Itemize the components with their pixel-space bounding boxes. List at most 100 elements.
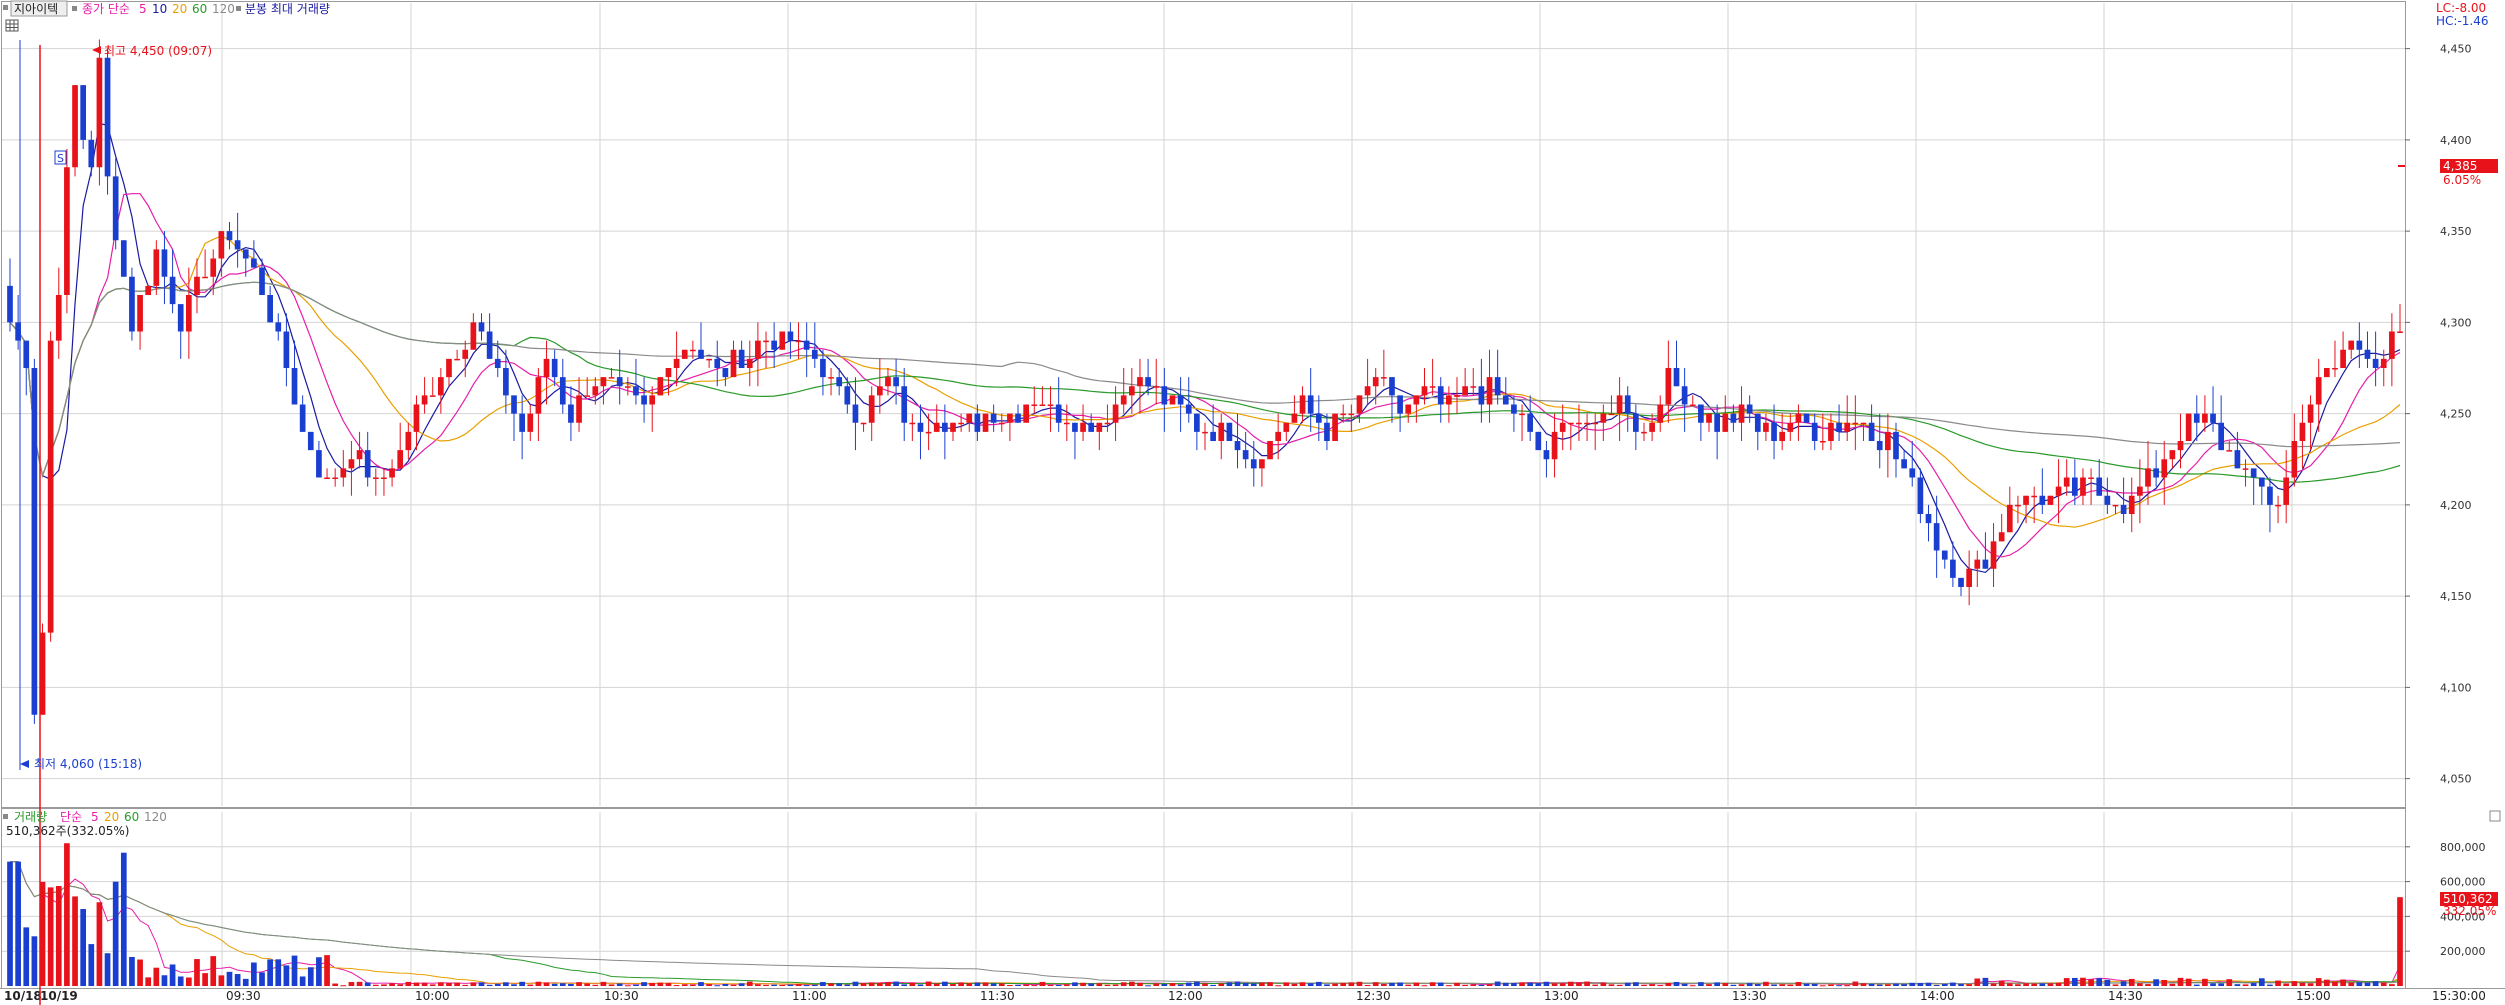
y-tick-label: 4,400: [2440, 134, 2472, 147]
volume-ma60-line: [10, 861, 2401, 985]
candle-body: [998, 422, 1005, 425]
volume-bar: [820, 982, 826, 986]
volume-bar: [2023, 983, 2029, 986]
candle-body: [592, 386, 599, 396]
candle-body: [1722, 413, 1729, 432]
candle-body: [348, 459, 355, 469]
volume-legend-ma20[interactable]: 20: [104, 810, 119, 824]
volume-bar: [1128, 981, 1135, 986]
legend-ma60[interactable]: 60: [192, 2, 207, 16]
volume-bar: [1698, 982, 1704, 986]
volume-bar: [372, 984, 379, 986]
volume-legend-ma60[interactable]: 60: [124, 810, 139, 824]
candle-body: [608, 377, 615, 379]
volume-legend-ma5[interactable]: 5: [91, 810, 99, 824]
volume-bar: [2193, 984, 2200, 986]
volume-bar: [1681, 983, 1688, 986]
volume-bar: [1137, 982, 1143, 986]
volume-bar: [275, 959, 282, 986]
legend-ma120[interactable]: 120: [212, 2, 235, 16]
candle-body: [1429, 386, 1436, 388]
candle-body: [2104, 495, 2111, 505]
y-tick-label: 4,250: [2440, 408, 2472, 421]
volume-bar: [1380, 983, 1387, 986]
collapse-toggle-icon[interactable]: [3, 5, 8, 10]
candle-body: [2137, 486, 2143, 496]
volume-bar: [1161, 983, 1168, 986]
candle-body: [2210, 413, 2216, 423]
candle-body: [1218, 422, 1225, 441]
candle-body: [1519, 413, 1525, 416]
candle-body: [1738, 404, 1745, 423]
candle-body: [55, 295, 62, 341]
volume-bar: [242, 978, 249, 986]
volume-bar: [942, 981, 948, 986]
candle-body: [803, 340, 810, 350]
volume-bar: [31, 936, 38, 986]
candle-body: [933, 422, 940, 432]
candle-body: [673, 358, 680, 368]
price-settings-box[interactable]: [72, 6, 77, 11]
stock-chart[interactable]: 4,050 4,100 4,150 4,200 4,250 4,300 4,350 4,400…: [0, 0, 2505, 1005]
volume-bar: [901, 984, 908, 986]
volume-bar: [1998, 980, 2005, 986]
volume-bar: [2389, 984, 2395, 986]
candle-body: [568, 404, 574, 423]
volume-bar: [72, 896, 78, 986]
volume-bar: [80, 909, 87, 986]
volume-bar: [381, 984, 387, 986]
volume-bar: [446, 982, 452, 986]
candle-body: [2275, 504, 2281, 507]
volume-settings-box[interactable]: [3, 814, 8, 819]
volume-bar: [608, 984, 615, 986]
candle-body: [771, 340, 777, 350]
candle-body: [2389, 331, 2395, 359]
volume-bar: [478, 982, 485, 986]
candle-body: [2088, 477, 2094, 479]
candle-body: [1576, 422, 1582, 425]
volume-bar: [47, 887, 54, 986]
candle-body: [1023, 404, 1030, 423]
candle-body: [1405, 404, 1412, 414]
volume-legend-ma120[interactable]: 120: [144, 810, 167, 824]
volume-bar: [1242, 982, 1249, 986]
volume-bar: [1389, 982, 1395, 986]
volume-bar: [2210, 983, 2216, 986]
candle-body: [966, 413, 973, 423]
legend-ma20[interactable]: 20: [172, 2, 187, 16]
volume-bar: [2364, 982, 2371, 986]
candle-body: [80, 85, 87, 140]
legend-ma10[interactable]: 10: [152, 2, 167, 16]
candle-body: [324, 477, 330, 479]
max-volume-box[interactable]: [236, 6, 241, 11]
volume-bar: [120, 852, 127, 986]
volume-bar: [1120, 982, 1127, 986]
candle-body: [584, 395, 591, 397]
candle-body: [1055, 404, 1062, 423]
candle-body: [1137, 377, 1143, 387]
legend-ma5[interactable]: 5: [139, 2, 147, 16]
candle-body: [283, 331, 290, 368]
candle-body: [657, 377, 664, 396]
candle-body: [1836, 422, 1842, 432]
volume-bar: [1990, 983, 1997, 986]
candle-body: [2299, 422, 2306, 441]
volume-bar: [2372, 981, 2379, 986]
volume-bar: [1567, 981, 1574, 986]
candle-body: [1779, 431, 1786, 441]
volume-bar: [681, 984, 688, 986]
volume-bar: [966, 983, 973, 986]
volume-close-box[interactable]: [2489, 810, 2501, 822]
volume-bar: [1259, 982, 1265, 986]
candle-body: [811, 349, 818, 359]
candle-body: [2023, 495, 2029, 505]
volume-bar: [746, 981, 753, 986]
volume-bar: [1982, 977, 1989, 986]
candle-body: [2185, 413, 2192, 441]
volume-bar: [1470, 984, 1477, 986]
volume-bar: [909, 982, 916, 986]
volume-bar: [2177, 977, 2184, 986]
table-icon[interactable]: [5, 19, 19, 32]
y-tick-label: 4,300: [2440, 316, 2472, 329]
candle-body: [649, 395, 656, 405]
